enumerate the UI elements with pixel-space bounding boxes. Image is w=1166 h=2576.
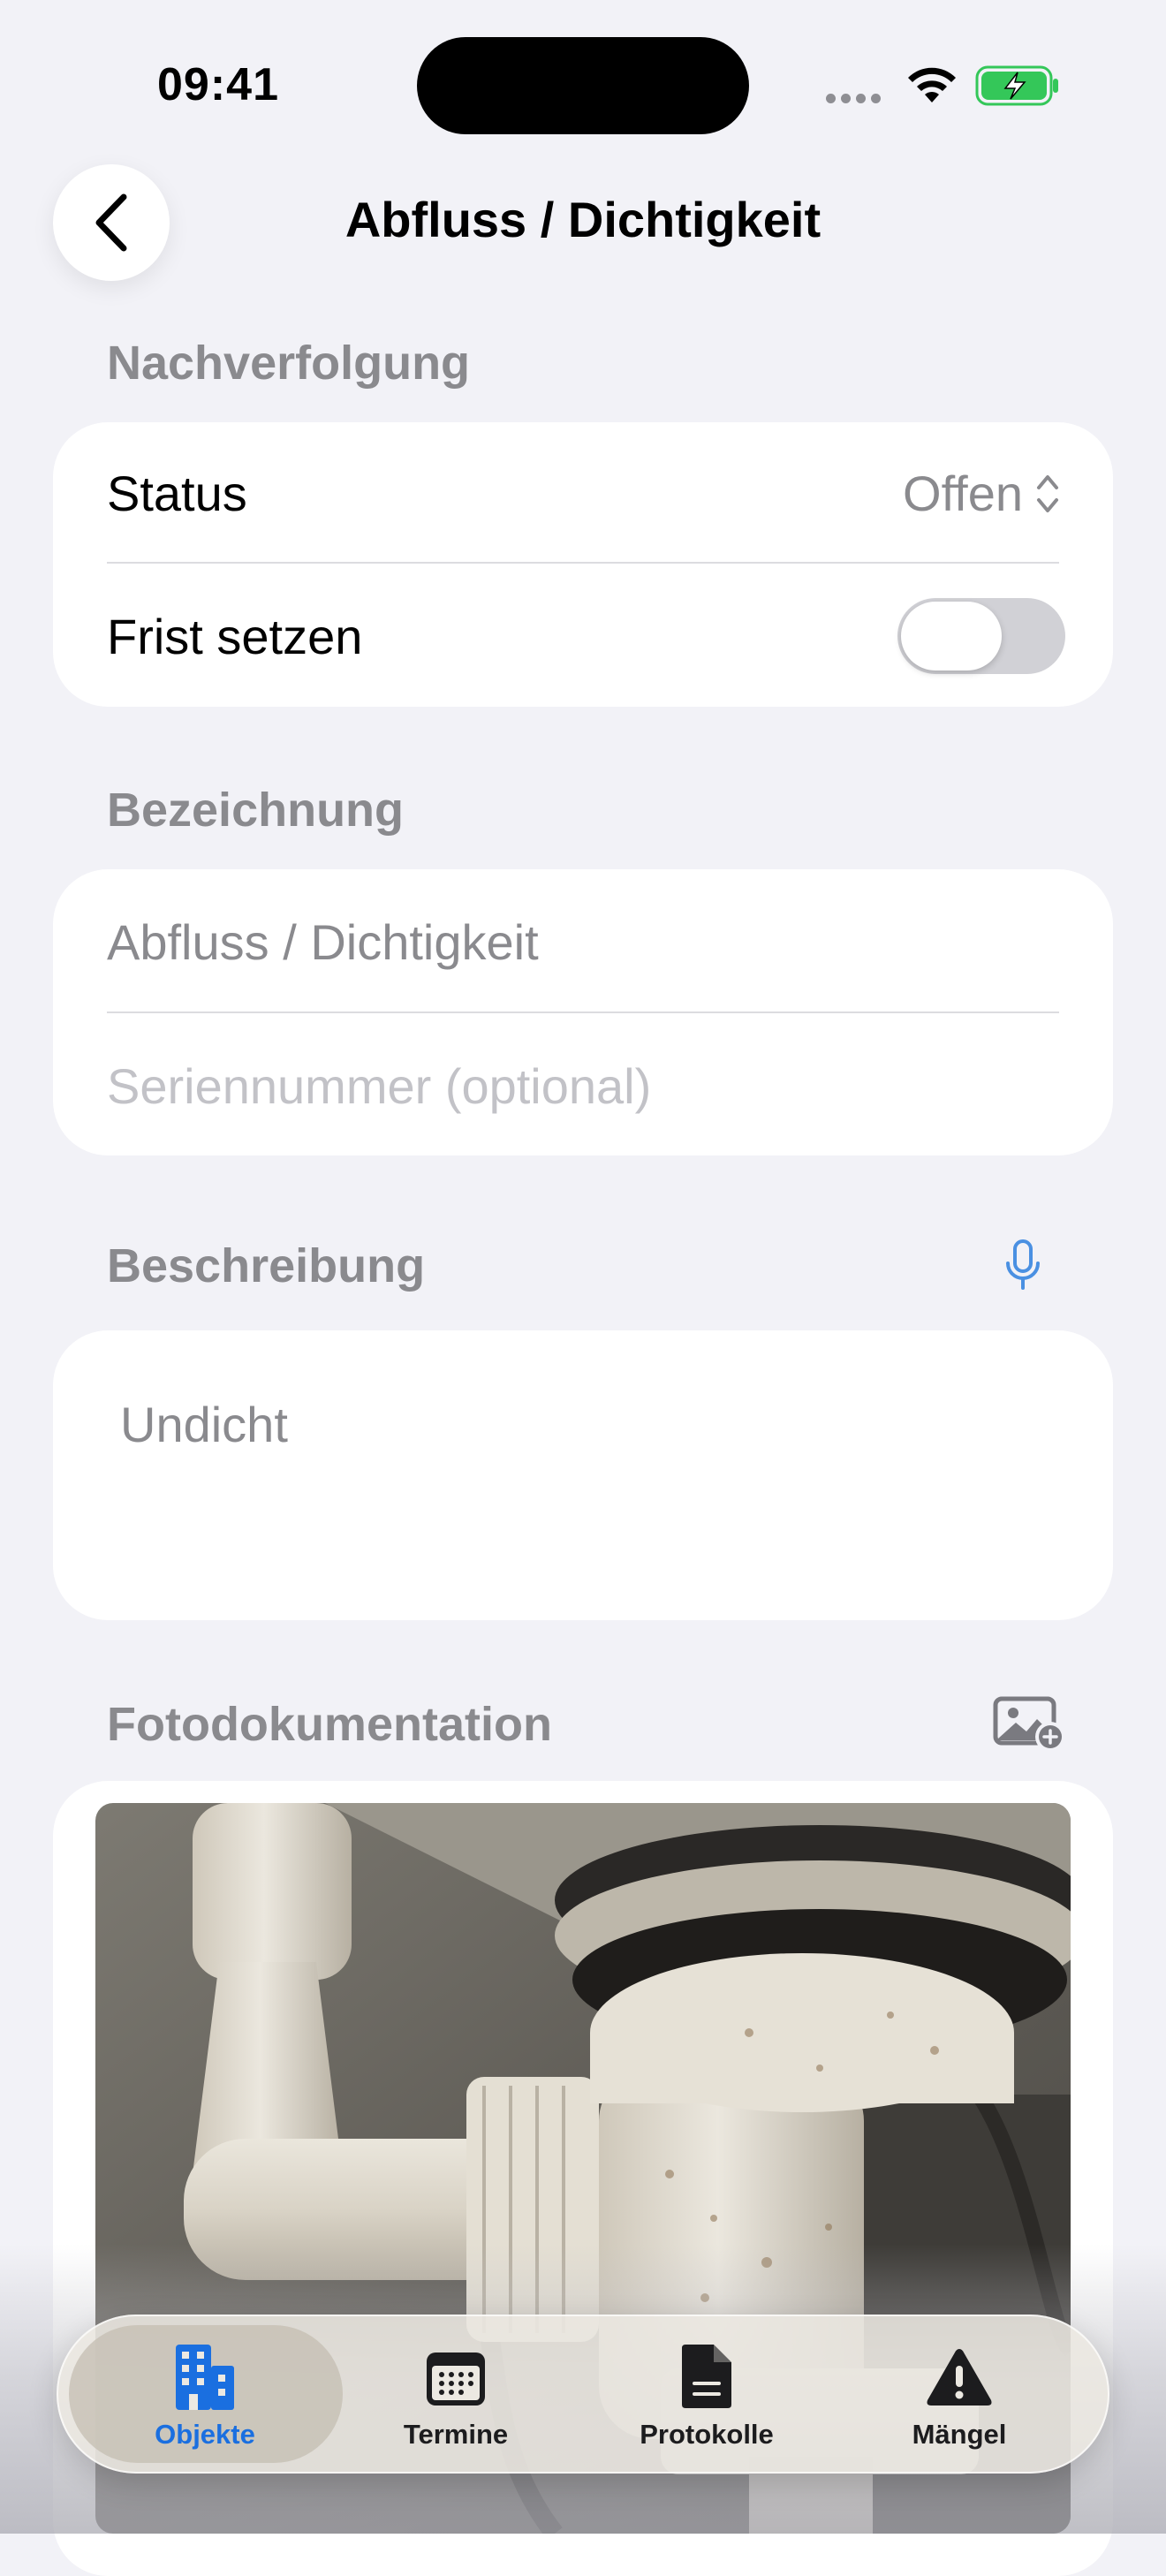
tab-label: Termine (403, 2419, 509, 2450)
tab-label: Mängel (912, 2419, 1007, 2450)
page-title: Abfluss / Dichtigkeit (344, 192, 822, 247)
document-icon (682, 2345, 731, 2408)
divider (107, 562, 1059, 564)
status-label: Status (107, 466, 247, 521)
dynamic-island (417, 37, 749, 134)
description-text[interactable]: Undicht (120, 1396, 288, 1453)
tab-objekte[interactable]: Objekte (90, 2332, 320, 2465)
divider (107, 1011, 1059, 1013)
add-photo-icon[interactable] (993, 1696, 1067, 1753)
wifi-icon (908, 67, 956, 102)
tab-protokolle[interactable]: Protokolle (592, 2332, 822, 2465)
microphone-icon[interactable] (1003, 1239, 1042, 1292)
tab-termine[interactable]: Termine (341, 2332, 571, 2465)
back-button[interactable] (53, 164, 170, 281)
battery-icon (975, 65, 1058, 106)
status-picker[interactable]: Offen (903, 465, 1060, 522)
tab-maengel[interactable]: Mängel (844, 2332, 1074, 2465)
section-header-photos: Fotodokumentation (107, 1698, 552, 1751)
status-value: Offen (903, 466, 1023, 521)
status-time: 09:41 (157, 59, 279, 110)
signal-icon (826, 92, 886, 104)
warning-icon (927, 2349, 992, 2406)
chevron-up-down-icon (1037, 474, 1058, 512)
serial-number-field[interactable]: Seriennummer (optional) (107, 1057, 651, 1115)
toggle-knob (901, 602, 1002, 671)
section-header-tracking: Nachverfolgung (107, 337, 471, 390)
deadline-toggle[interactable] (897, 598, 1065, 674)
chevron-left-icon (95, 193, 127, 252)
calendar-icon (427, 2352, 485, 2406)
name-field[interactable]: Abfluss / Dichtigkeit (107, 913, 539, 971)
tab-label: Protokolle (640, 2419, 774, 2450)
description-card[interactable] (53, 1330, 1113, 1620)
section-header-designation: Bezeichnung (107, 784, 405, 837)
section-header-description: Beschreibung (107, 1239, 426, 1292)
deadline-label: Frist setzen (107, 609, 363, 664)
tab-label: Objekte (155, 2419, 255, 2450)
building-icon (176, 2345, 234, 2410)
